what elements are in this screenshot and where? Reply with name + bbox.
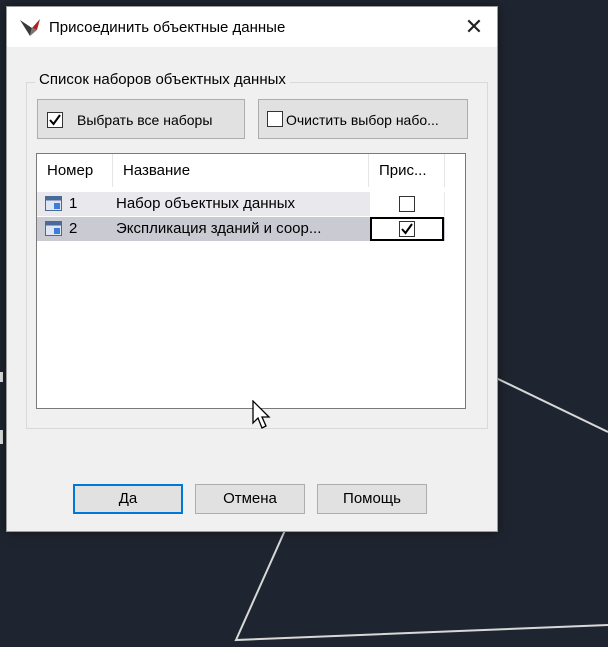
cancel-button[interactable]: Отмена [195, 484, 305, 514]
group-label: Список наборов объектных данных [35, 71, 290, 88]
help-button[interactable]: Помощь [317, 484, 427, 514]
table-icon [45, 221, 62, 236]
attach-cell[interactable] [370, 192, 444, 216]
checkmark-icon [401, 223, 413, 235]
row-number: 1 [69, 195, 78, 212]
column-header-number[interactable]: Номер [37, 154, 113, 187]
drawing-marker [0, 372, 3, 382]
close-button[interactable]: ✕ [451, 7, 497, 47]
autocad-map-icon [20, 19, 40, 36]
clear-selection-button[interactable]: Очистить выбор набо... [258, 99, 468, 139]
title-bar[interactable]: Присоединить объектные данные ✕ [7, 7, 497, 47]
select-all-button[interactable]: Выбрать все наборы [37, 99, 245, 139]
select-all-checkbox[interactable] [47, 112, 63, 128]
ok-button[interactable]: Да [73, 484, 183, 514]
row-name: Экспликация зданий и соор... [116, 220, 322, 237]
attach-object-data-dialog: Присоединить объектные данные ✕ Список н… [6, 6, 498, 532]
clear-selection-checkbox[interactable] [267, 111, 283, 127]
table-icon [45, 196, 62, 211]
clear-selection-label: Очистить выбор набо... [286, 112, 439, 128]
close-icon: ✕ [464, 14, 484, 39]
attach-checkbox[interactable] [399, 221, 415, 237]
checkmark-icon [49, 114, 61, 126]
list-row[interactable]: 1 Набор объектных данных [37, 192, 445, 216]
attach-cell[interactable] [370, 217, 444, 241]
mouse-cursor-icon [252, 400, 271, 429]
row-number: 2 [69, 220, 78, 237]
drawing-marker [0, 430, 3, 444]
attach-checkbox[interactable] [399, 196, 415, 212]
column-header-name[interactable]: Название [114, 154, 369, 187]
data-sets-list[interactable]: Номер Название Прис... 1 Набор объектных… [36, 153, 466, 409]
column-header-attach[interactable]: Прис... [370, 154, 445, 187]
list-row[interactable]: 2 Экспликация зданий и соор... [37, 217, 445, 241]
select-all-label: Выбрать все наборы [77, 112, 213, 128]
dialog-title: Присоединить объектные данные [49, 19, 286, 36]
row-name: Набор объектных данных [116, 195, 296, 212]
